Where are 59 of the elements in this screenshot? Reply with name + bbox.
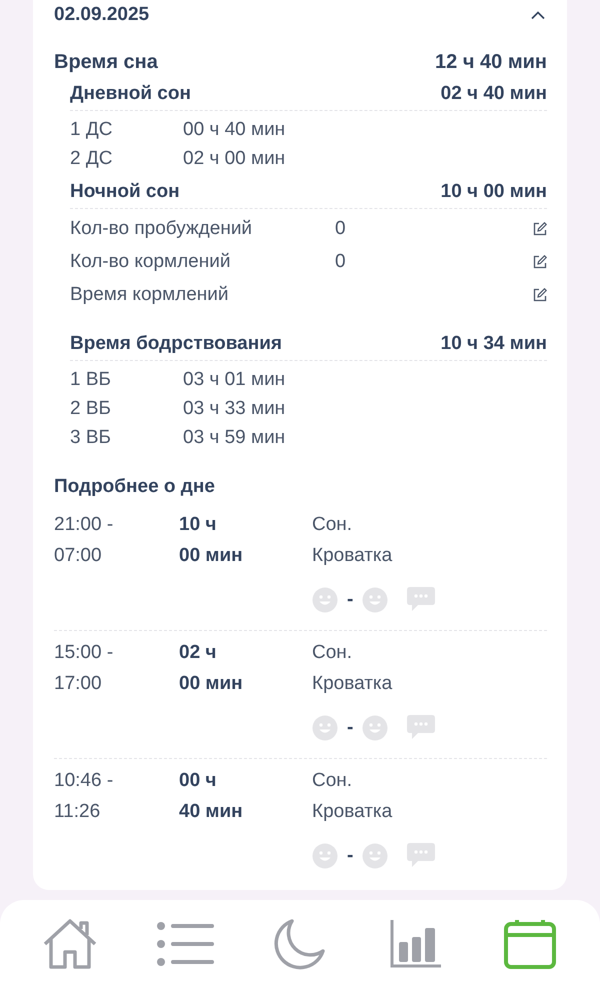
section-total: 12 ч 40 мин — [435, 50, 547, 74]
smiley-icon[interactable] — [312, 842, 338, 868]
smiley-icon[interactable] — [362, 842, 388, 868]
stat-value: 0 — [335, 218, 347, 240]
stat-value: 0 — [335, 250, 347, 272]
activity: Сон. — [312, 514, 354, 536]
location: Кроватка — [312, 544, 394, 566]
section-title: Подробнее о дне — [54, 475, 216, 499]
stat-label: Время кормлений — [70, 284, 230, 306]
separator-dash: - — [347, 588, 354, 610]
time-range: 15:00 - — [54, 642, 114, 664]
item-label: 2 ВБ — [70, 398, 112, 420]
activity: Сон. — [312, 770, 354, 792]
duration: 00 мин — [179, 544, 244, 566]
item-label: 1 ДС — [70, 118, 114, 140]
item-value: 03 ч 59 мин — [183, 426, 286, 448]
edit-icon[interactable] — [533, 222, 547, 236]
stat-label: Кол-во пробуждений — [70, 218, 254, 240]
location: Кроватка — [312, 672, 394, 694]
smiley-icon[interactable] — [312, 714, 338, 740]
time-range: 07:00 — [54, 544, 103, 566]
section-title: Дневной сон — [70, 83, 191, 105]
section-title: Время сна — [54, 50, 158, 74]
duration: 02 ч — [179, 642, 218, 664]
activity: Сон. — [312, 642, 354, 664]
edit-icon[interactable] — [533, 288, 547, 302]
section-total: 02 ч 40 мин — [440, 83, 547, 105]
comment-icon[interactable] — [407, 587, 436, 612]
item-label: 2 ДС — [70, 148, 114, 170]
duration: 10 ч — [179, 514, 218, 536]
item-value: 02 ч 00 мин — [183, 148, 286, 170]
time-range: 10:46 - — [54, 770, 114, 792]
time-range: 11:26 — [54, 800, 102, 822]
item-label: 3 ВБ — [70, 426, 112, 448]
section-total: 10 ч 00 мин — [440, 181, 547, 203]
duration: 00 мин — [179, 672, 244, 694]
section-title: Ночной сон — [70, 181, 180, 203]
edit-icon[interactable] — [533, 254, 547, 268]
location: Кроватка — [312, 800, 394, 822]
stat-label: Кол-во кормлений — [70, 250, 232, 272]
item-value: 03 ч 33 мин — [183, 398, 286, 420]
duration: 00 ч — [179, 770, 218, 792]
comment-icon[interactable] — [407, 843, 436, 868]
date-title: 02.09.2025 — [54, 4, 150, 26]
section-total: 10 ч 34 мин — [440, 333, 547, 355]
duration: 40 мин — [179, 800, 244, 822]
comment-icon[interactable] — [407, 715, 436, 740]
time-range: 21:00 - — [54, 514, 114, 536]
item-label: 1 ВБ — [70, 368, 112, 390]
smiley-icon[interactable] — [312, 586, 338, 612]
chevron-icon[interactable] — [531, 10, 545, 20]
section-title: Время бодрствования — [70, 333, 282, 355]
time-range: 17:00 — [54, 672, 103, 694]
separator-dash: - — [347, 844, 354, 866]
item-value: 00 ч 40 мин — [183, 118, 286, 140]
item-value: 03 ч 01 мин — [183, 368, 286, 390]
separator-dash: - — [347, 716, 354, 738]
smiley-icon[interactable] — [362, 714, 388, 740]
smiley-icon[interactable] — [362, 586, 388, 612]
